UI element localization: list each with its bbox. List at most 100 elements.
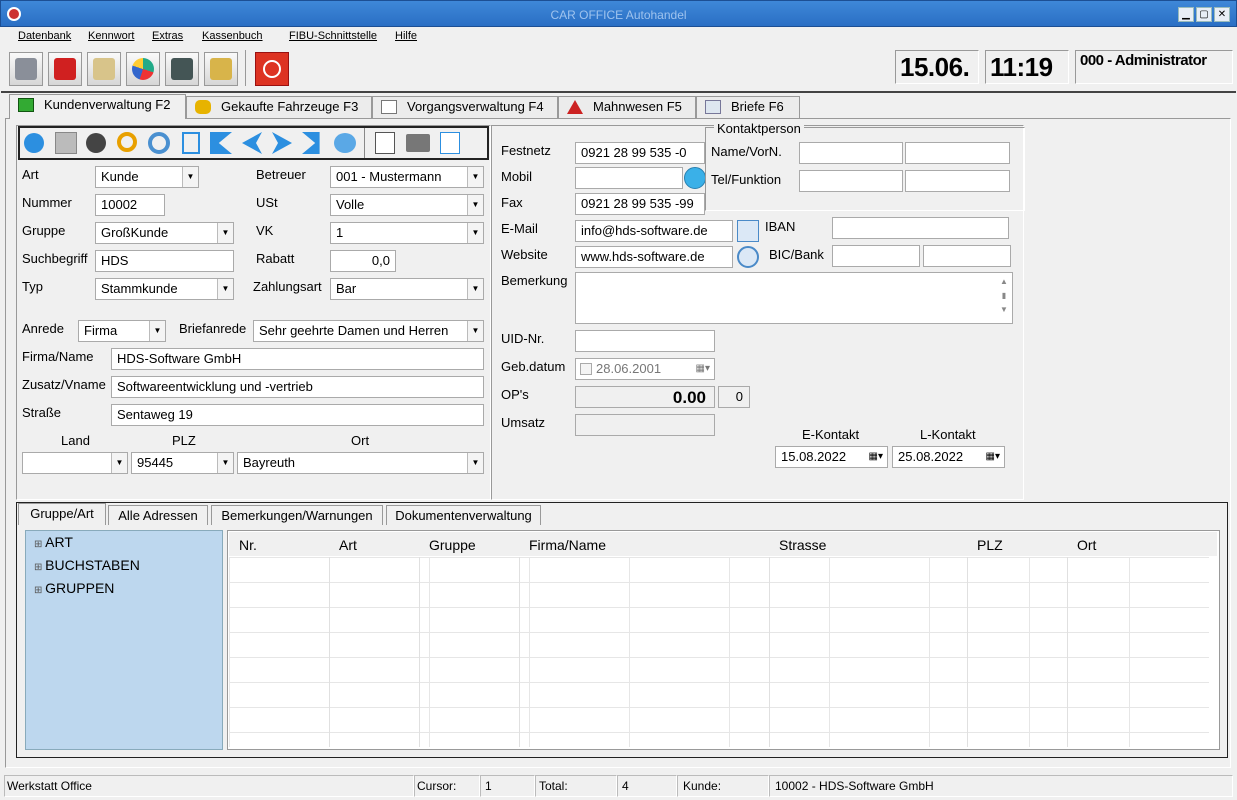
kontakt-tel-field[interactable]	[799, 170, 903, 192]
lower-tab-bemerkungen[interactable]: Bemerkungen/Warnungen	[211, 505, 383, 525]
save-icon[interactable]	[55, 132, 77, 154]
textarea-scrollbar[interactable]: ▲ ▮ ▼	[998, 275, 1010, 321]
col-strasse[interactable]: Strasse	[779, 537, 826, 553]
next-record-icon[interactable]	[272, 132, 292, 154]
maximize-button[interactable]: ▢	[1196, 7, 1212, 22]
print-icon[interactable]	[406, 134, 430, 152]
col-art[interactable]: Art	[339, 537, 357, 553]
briefanrede-select[interactable]: Sehr geehrte Damen und Herren ▼	[253, 320, 484, 342]
kontakt-name-field[interactable]	[799, 142, 903, 164]
title-bar: CAR OFFICE Autohandel ▁ ▢ ✕	[0, 0, 1237, 27]
previous-record-icon[interactable]	[242, 132, 262, 154]
betreuer-select[interactable]: 001 - Mustermann ▼	[330, 166, 484, 188]
status-app: Werkstatt Office	[4, 775, 414, 797]
grid-divider	[1067, 557, 1068, 747]
chat-icon[interactable]	[334, 133, 356, 153]
lower-tab-alle-adressen[interactable]: Alle Adressen	[108, 505, 208, 525]
globe-icon[interactable]	[737, 246, 759, 268]
exit-button[interactable]	[255, 52, 289, 86]
rabatt-field[interactable]: 0,0	[330, 250, 396, 272]
send-mail-icon[interactable]	[737, 220, 759, 242]
menu-kassenbuch[interactable]: Kassenbuch	[202, 30, 263, 42]
cancel-icon[interactable]	[86, 133, 106, 153]
lkontakt-picker[interactable]: 25.08.2022 ▦▾	[892, 446, 1005, 468]
vehicles-button[interactable]	[48, 52, 82, 86]
tab-briefe[interactable]: Briefe F6	[696, 96, 800, 118]
gruppe-select[interactable]: GroßKunde ▼	[95, 222, 234, 244]
person-button[interactable]	[165, 52, 199, 86]
nummer-label: Nummer	[22, 195, 72, 210]
company-button[interactable]	[204, 52, 238, 86]
delete-icon[interactable]	[182, 132, 200, 154]
statistics-button[interactable]	[126, 52, 160, 86]
last-record-icon[interactable]	[302, 132, 320, 154]
menu-hilfe[interactable]: Hilfe	[395, 30, 417, 42]
customers-button[interactable]	[9, 52, 43, 86]
preview-icon[interactable]	[375, 132, 395, 154]
iban-field[interactable]	[832, 217, 1009, 239]
status-total-label: Total:	[535, 775, 617, 797]
menu-extras[interactable]: Extras	[152, 30, 183, 42]
menu-datenbank[interactable]: Datenbank	[18, 30, 71, 42]
user-display: 000 - Administrator	[1075, 50, 1233, 84]
kontakt-vorname-field[interactable]	[905, 142, 1010, 164]
toolbar-divider	[245, 50, 246, 86]
menu-kennwort[interactable]: Kennwort	[88, 30, 134, 42]
tree-item-buchstaben[interactable]: ⊞ BUCHSTABEN	[34, 555, 140, 578]
export-icon[interactable]	[440, 132, 460, 154]
add-icon[interactable]	[24, 133, 44, 153]
gebdatum-checkbox[interactable]	[580, 363, 592, 375]
bank-field[interactable]	[923, 245, 1011, 267]
sms-icon[interactable]	[684, 167, 706, 189]
fax-field[interactable]: 0921 28 99 535 -99	[575, 193, 705, 215]
col-nr[interactable]: Nr.	[239, 537, 257, 553]
grid-divider	[967, 557, 968, 747]
nummer-field[interactable]: 10002	[95, 194, 165, 216]
bemerkung-textarea[interactable]: ▲ ▮ ▼	[575, 272, 1013, 324]
first-record-icon[interactable]	[210, 132, 232, 154]
strasse-field[interactable]: Sentaweg 19	[111, 404, 484, 426]
anrede-select[interactable]: Firma ▼	[78, 320, 166, 342]
mobil-field[interactable]	[575, 167, 683, 189]
zusatz-field[interactable]: Softwareentwicklung und -vertrieb	[111, 376, 484, 398]
tab-vorgangsverwaltung[interactable]: Vorgangsverwaltung F4	[372, 96, 558, 118]
art-select[interactable]: Kunde ▼	[95, 166, 199, 188]
bic-field[interactable]	[832, 245, 920, 267]
tab-mahnwesen[interactable]: Mahnwesen F5	[558, 96, 696, 118]
zahlungsart-select[interactable]: Bar ▼	[330, 278, 484, 300]
suchbegriff-field[interactable]: HDS	[95, 250, 234, 272]
col-ort[interactable]: Ort	[1077, 537, 1096, 553]
advanced-search-icon[interactable]	[148, 132, 170, 154]
firma-field[interactable]: HDS-Software GmbH	[111, 348, 484, 370]
col-gruppe[interactable]: Gruppe	[429, 537, 476, 553]
email-field[interactable]: info@hds-software.de	[575, 220, 733, 242]
col-plz[interactable]: PLZ	[977, 537, 1003, 553]
person-icon	[171, 58, 193, 80]
land-select[interactable]: ▼	[22, 452, 128, 474]
kontakt-funktion-field[interactable]	[905, 170, 1010, 192]
ust-select[interactable]: Volle ▼	[330, 194, 484, 216]
tree-item-gruppen[interactable]: ⊞ GRUPPEN	[34, 578, 140, 601]
grid-body[interactable]	[229, 557, 1209, 747]
documents-button[interactable]	[87, 52, 121, 86]
uid-field[interactable]	[575, 330, 715, 352]
building-icon	[210, 58, 232, 80]
vk-select[interactable]: 1 ▼	[330, 222, 484, 244]
minimize-button[interactable]: ▁	[1178, 7, 1194, 22]
typ-select[interactable]: Stammkunde ▼	[95, 278, 234, 300]
tree-item-art[interactable]: ⊞ ART	[34, 532, 140, 555]
gebdatum-picker[interactable]: 28.06.2001 ▦▾	[575, 358, 715, 380]
lower-tab-gruppe-art[interactable]: Gruppe/Art	[18, 503, 106, 525]
ekontakt-picker[interactable]: 15.08.2022 ▦▾	[775, 446, 888, 468]
website-field[interactable]: www.hds-software.de	[575, 246, 733, 268]
search-icon[interactable]	[117, 132, 137, 152]
lower-tab-dokumente[interactable]: Dokumentenverwaltung	[386, 505, 541, 525]
plz-select[interactable]: 95445 ▼	[131, 452, 234, 474]
tab-gekaufte-fahrzeuge[interactable]: Gekaufte Fahrzeuge F3	[186, 96, 372, 118]
festnetz-field[interactable]: 0921 28 99 535 -0	[575, 142, 705, 164]
tab-kundenverwaltung[interactable]: Kundenverwaltung F2	[9, 94, 186, 119]
menu-fibu[interactable]: FIBU-Schnittstelle	[289, 30, 377, 42]
close-button[interactable]: ✕	[1214, 7, 1230, 22]
ort-select[interactable]: Bayreuth ▼	[237, 452, 484, 474]
col-firma[interactable]: Firma/Name	[529, 537, 606, 553]
